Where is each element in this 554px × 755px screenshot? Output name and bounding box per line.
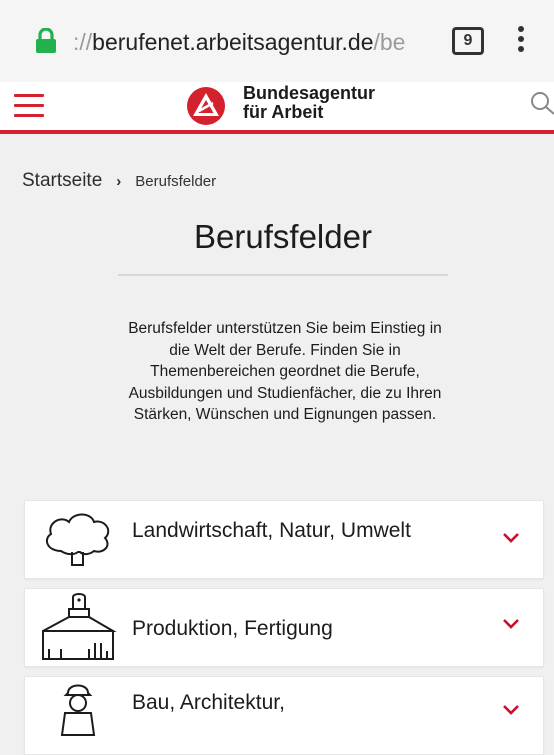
logo-line-2: für Arbeit <box>243 102 324 122</box>
url-fade <box>400 22 442 62</box>
field-card-produktion[interactable]: Produktion, Fertigung <box>24 588 544 667</box>
url-prefix: :// <box>73 29 93 55</box>
field-label: Bau, Architektur, <box>132 691 285 714</box>
tree-icon <box>45 513 110 566</box>
logo-text[interactable]: Bundesagentur für Arbeit <box>243 84 375 122</box>
address-bar[interactable]: ://berufenet.arbeitsagentur.de/be <box>73 22 437 62</box>
browser-toolbar: ://berufenet.arbeitsagentur.de/be 9 <box>0 0 554 82</box>
field-card-landwirtschaft[interactable]: Landwirtschaft, Natur, Umwelt <box>24 500 544 579</box>
intro-text: Berufsfelder unterstützen Sie beim Einst… <box>128 320 442 423</box>
field-label: Landwirtschaft, Natur, Umwelt <box>132 519 411 542</box>
search-icon[interactable] <box>527 88 554 118</box>
title-divider <box>118 274 448 276</box>
breadcrumb-current: Berufsfelder <box>135 173 217 190</box>
site-header: Bundesagentur für Arbeit <box>0 82 554 134</box>
kebab-menu-icon[interactable] <box>517 26 525 56</box>
chevron-down-icon[interactable] <box>501 531 521 545</box>
page-title: Berufsfelder <box>194 218 372 255</box>
chevron-down-icon[interactable] <box>501 617 521 631</box>
construction-worker-icon <box>60 684 96 736</box>
lock-icon <box>36 28 56 53</box>
field-card-bau[interactable]: Bau, Architektur, <box>24 676 544 755</box>
field-label: Produktion, Fertigung <box>132 617 333 640</box>
brush-icon <box>42 593 117 660</box>
tab-switcher-button[interactable]: 9 <box>452 27 484 55</box>
chevron-down-icon[interactable] <box>501 703 521 717</box>
breadcrumb-separator: › <box>116 173 122 190</box>
breadcrumb: Startseite › Berufsfelder <box>22 170 216 192</box>
hamburger-icon[interactable] <box>14 94 44 117</box>
ba-logo-icon[interactable] <box>186 86 226 126</box>
url-host: berufenet.arbeitsagentur.de <box>92 29 374 55</box>
logo-line-1: Bundesagentur <box>243 83 376 103</box>
breadcrumb-home-link[interactable]: Startseite <box>22 170 102 191</box>
